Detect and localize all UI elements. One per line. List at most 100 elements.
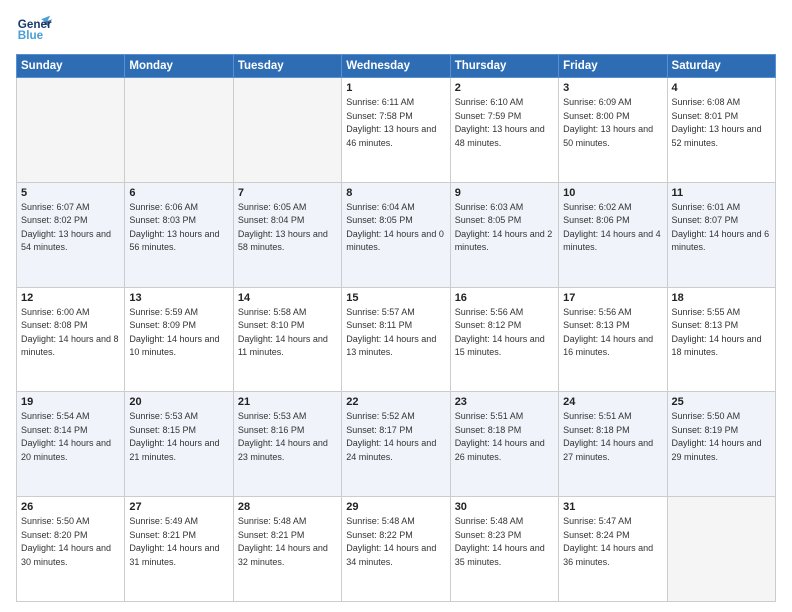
day-number: 12	[21, 292, 120, 304]
day-number: 7	[238, 187, 337, 199]
day-header-tuesday: Tuesday	[233, 55, 341, 78]
day-number: 20	[129, 396, 228, 408]
header: General Blue	[16, 12, 776, 48]
day-number: 21	[238, 396, 337, 408]
calendar-cell: 10 Sunrise: 6:02 AMSunset: 8:06 PMDayligh…	[559, 182, 667, 287]
calendar-cell: 18Sunrise: 5:55 AMSunset: 8:13 PMDayligh…	[667, 287, 775, 392]
day-info: Sunrise: 6:10 AMSunset: 7:59 PMDaylight:…	[455, 96, 554, 150]
day-header-sunday: Sunday	[17, 55, 125, 78]
day-info: Sunrise: 5:58 AMSunset: 8:10 PMDaylight:…	[238, 306, 337, 360]
page: General Blue SundayMondayTuesdayWednesda…	[0, 0, 792, 612]
day-header-wednesday: Wednesday	[342, 55, 450, 78]
day-number: 25	[672, 396, 771, 408]
day-info: Sunrise: 5:48 AMSunset: 8:21 PMDaylight:…	[238, 515, 337, 569]
day-number: 31	[563, 501, 662, 513]
calendar-cell: 7 Sunrise: 6:05 AMSunset: 8:04 PMDaylight…	[233, 182, 341, 287]
day-info: Sunrise: 5:59 AMSunset: 8:09 PMDaylight:…	[129, 306, 228, 360]
day-info: Sunrise: 5:56 AMSunset: 8:13 PMDaylight:…	[563, 306, 662, 360]
day-number: 23	[455, 396, 554, 408]
day-info: Sunrise: 5:49 AMSunset: 8:21 PMDaylight:…	[129, 515, 228, 569]
calendar-cell	[125, 78, 233, 183]
calendar-cell: 16 Sunrise: 5:56 AMSunset: 8:12 PMDayligh…	[450, 287, 558, 392]
day-info: Sunrise: 6:03 AMSunset: 8:05 PMDaylight:…	[455, 201, 554, 255]
day-header-monday: Monday	[125, 55, 233, 78]
calendar-cell: 20 Sunrise: 5:53 AMSunset: 8:15 PMDayligh…	[125, 392, 233, 497]
day-info: Sunrise: 5:53 AMSunset: 8:15 PMDaylight:…	[129, 410, 228, 464]
logo: General Blue	[16, 12, 52, 48]
day-number: 16	[455, 292, 554, 304]
day-number: 24	[563, 396, 662, 408]
day-number: 3	[563, 82, 662, 94]
calendar-cell: 1Sunrise: 6:11 AMSunset: 7:58 PMDaylight…	[342, 78, 450, 183]
day-info: Sunrise: 5:47 AMSunset: 8:24 PMDaylight:…	[563, 515, 662, 569]
day-number: 8	[346, 187, 445, 199]
day-info: Sunrise: 5:55 AMSunset: 8:13 PMDaylight:…	[672, 306, 771, 360]
day-info: Sunrise: 6:05 AMSunset: 8:04 PMDaylight:…	[238, 201, 337, 255]
day-info: Sunrise: 5:51 AMSunset: 8:18 PMDaylight:…	[563, 410, 662, 464]
day-info: Sunrise: 5:51 AMSunset: 8:18 PMDaylight:…	[455, 410, 554, 464]
day-number: 9	[455, 187, 554, 199]
calendar-cell: 8 Sunrise: 6:04 AMSunset: 8:05 PMDaylight…	[342, 182, 450, 287]
day-info: Sunrise: 6:00 AMSunset: 8:08 PMDaylight:…	[21, 306, 120, 360]
day-header-saturday: Saturday	[667, 55, 775, 78]
calendar-cell: 21 Sunrise: 5:53 AMSunset: 8:16 PMDayligh…	[233, 392, 341, 497]
calendar-cell: 5 Sunrise: 6:07 AMSunset: 8:02 PMDaylight…	[17, 182, 125, 287]
day-number: 26	[21, 501, 120, 513]
day-info: Sunrise: 6:02 AMSunset: 8:06 PMDaylight:…	[563, 201, 662, 255]
calendar-cell: 28Sunrise: 5:48 AMSunset: 8:21 PMDayligh…	[233, 497, 341, 602]
calendar-cell: 13 Sunrise: 5:59 AMSunset: 8:09 PMDayligh…	[125, 287, 233, 392]
calendar-cell	[233, 78, 341, 183]
day-info: Sunrise: 6:08 AMSunset: 8:01 PMDaylight:…	[672, 96, 771, 150]
day-info: Sunrise: 5:48 AMSunset: 8:23 PMDaylight:…	[455, 515, 554, 569]
day-number: 5	[21, 187, 120, 199]
day-info: Sunrise: 6:06 AMSunset: 8:03 PMDaylight:…	[129, 201, 228, 255]
calendar-cell: 2 Sunrise: 6:10 AMSunset: 7:59 PMDaylight…	[450, 78, 558, 183]
day-info: Sunrise: 5:48 AMSunset: 8:22 PMDaylight:…	[346, 515, 445, 569]
day-info: Sunrise: 6:01 AMSunset: 8:07 PMDaylight:…	[672, 201, 771, 255]
calendar-cell	[667, 497, 775, 602]
day-number: 6	[129, 187, 228, 199]
day-number: 15	[346, 292, 445, 304]
day-number: 11	[672, 187, 771, 199]
calendar-cell: 27 Sunrise: 5:49 AMSunset: 8:21 PMDayligh…	[125, 497, 233, 602]
svg-text:Blue: Blue	[18, 29, 44, 42]
calendar-cell: 11 Sunrise: 6:01 AMSunset: 8:07 PMDayligh…	[667, 182, 775, 287]
calendar-cell: 24 Sunrise: 5:51 AMSunset: 8:18 PMDayligh…	[559, 392, 667, 497]
calendar-cell: 30 Sunrise: 5:48 AMSunset: 8:23 PMDayligh…	[450, 497, 558, 602]
day-info: Sunrise: 6:04 AMSunset: 8:05 PMDaylight:…	[346, 201, 445, 255]
day-number: 27	[129, 501, 228, 513]
calendar-cell: 4 Sunrise: 6:08 AMSunset: 8:01 PMDaylight…	[667, 78, 775, 183]
calendar-cell: 19Sunrise: 5:54 AMSunset: 8:14 PMDayligh…	[17, 392, 125, 497]
calendar-table: SundayMondayTuesdayWednesdayThursdayFrid…	[16, 54, 776, 602]
day-number: 4	[672, 82, 771, 94]
calendar-cell: 15Sunrise: 5:57 AMSunset: 8:11 PMDayligh…	[342, 287, 450, 392]
calendar-cell: 14 Sunrise: 5:58 AMSunset: 8:10 PMDayligh…	[233, 287, 341, 392]
day-header-thursday: Thursday	[450, 55, 558, 78]
day-info: Sunrise: 6:09 AMSunset: 8:00 PMDaylight:…	[563, 96, 662, 150]
calendar-cell: 22 Sunrise: 5:52 AMSunset: 8:17 PMDayligh…	[342, 392, 450, 497]
day-number: 1	[346, 82, 445, 94]
day-info: Sunrise: 5:50 AMSunset: 8:20 PMDaylight:…	[21, 515, 120, 569]
day-number: 17	[563, 292, 662, 304]
day-number: 2	[455, 82, 554, 94]
day-number: 13	[129, 292, 228, 304]
calendar-cell: 25 Sunrise: 5:50 AMSunset: 8:19 PMDayligh…	[667, 392, 775, 497]
day-info: Sunrise: 5:53 AMSunset: 8:16 PMDaylight:…	[238, 410, 337, 464]
day-number: 29	[346, 501, 445, 513]
day-info: Sunrise: 5:52 AMSunset: 8:17 PMDaylight:…	[346, 410, 445, 464]
logo-icon: General Blue	[16, 12, 52, 48]
calendar-cell: 29 Sunrise: 5:48 AMSunset: 8:22 PMDayligh…	[342, 497, 450, 602]
day-number: 10	[563, 187, 662, 199]
day-info: Sunrise: 5:50 AMSunset: 8:19 PMDaylight:…	[672, 410, 771, 464]
calendar-cell: 17 Sunrise: 5:56 AMSunset: 8:13 PMDayligh…	[559, 287, 667, 392]
calendar-cell: 6 Sunrise: 6:06 AMSunset: 8:03 PMDaylight…	[125, 182, 233, 287]
calendar-cell: 31 Sunrise: 5:47 AMSunset: 8:24 PMDayligh…	[559, 497, 667, 602]
calendar-cell: 9 Sunrise: 6:03 AMSunset: 8:05 PMDaylight…	[450, 182, 558, 287]
day-number: 30	[455, 501, 554, 513]
day-info: Sunrise: 6:07 AMSunset: 8:02 PMDaylight:…	[21, 201, 120, 255]
day-info: Sunrise: 5:54 AMSunset: 8:14 PMDaylight:…	[21, 410, 120, 464]
day-number: 22	[346, 396, 445, 408]
day-number: 14	[238, 292, 337, 304]
calendar-cell: 26 Sunrise: 5:50 AMSunset: 8:20 PMDayligh…	[17, 497, 125, 602]
day-info: Sunrise: 5:56 AMSunset: 8:12 PMDaylight:…	[455, 306, 554, 360]
